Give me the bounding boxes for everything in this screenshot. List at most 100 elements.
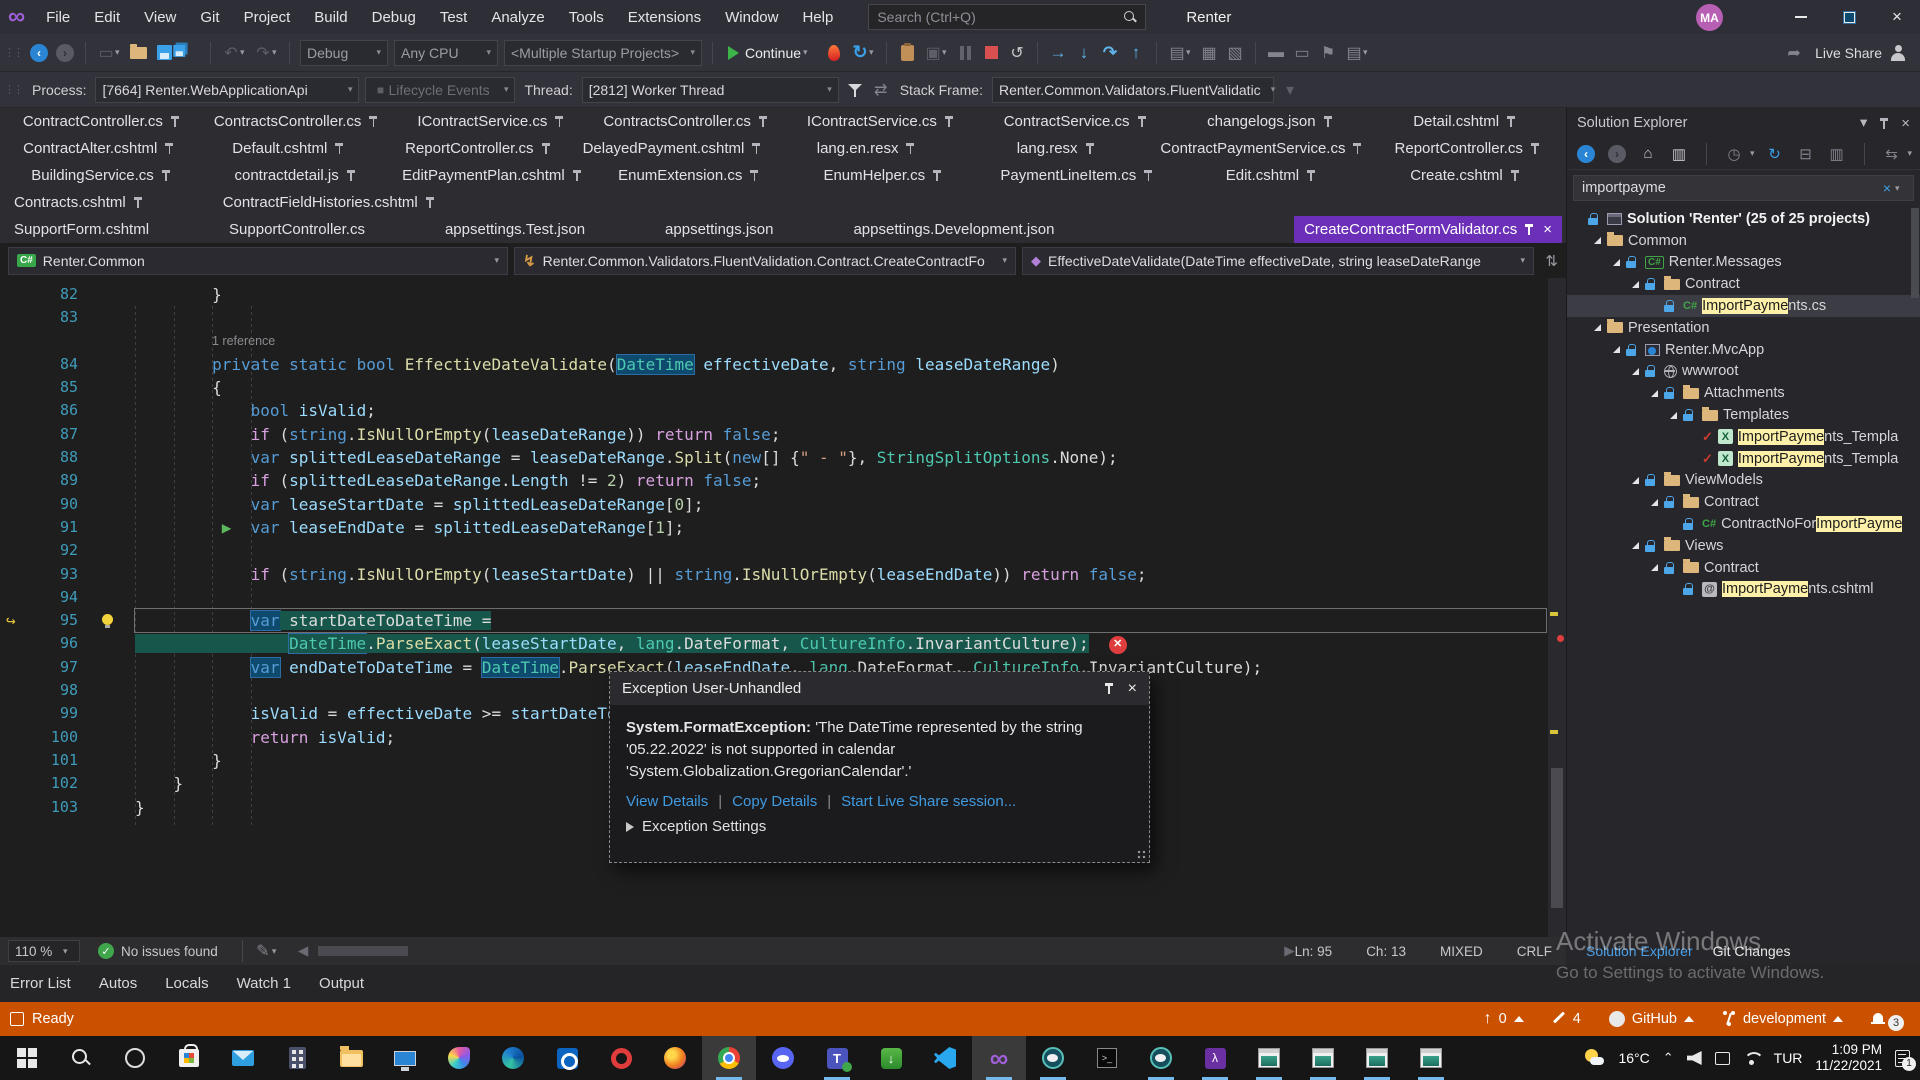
toolbar-drag-handle[interactable]: ⋮⋮: [4, 46, 22, 59]
teams-icon[interactable]: T: [810, 1036, 864, 1080]
start-button-icon[interactable]: [0, 1036, 54, 1080]
char-indicator[interactable]: Ch: 13: [1366, 944, 1406, 959]
file-tab[interactable]: changelogs.json: [1173, 108, 1368, 135]
tree-item[interactable]: Solution 'Renter' (25 of 25 projects): [1567, 208, 1920, 230]
file-tab[interactable]: lang.en.resx: [771, 135, 961, 162]
platform-dropdown[interactable]: Any CPU▾: [394, 40, 498, 66]
cortana-icon[interactable]: [108, 1036, 162, 1080]
code-text[interactable]: if (splittedLeaseDateRange.Length != 2) …: [135, 469, 1546, 492]
panel-dropdown-icon[interactable]: ▾: [1860, 115, 1867, 131]
calculator-icon[interactable]: [270, 1036, 324, 1080]
member-dropdown[interactable]: ◆ EffectiveDateValidate(DateTime effecti…: [1022, 247, 1534, 275]
expander-icon[interactable]: [1651, 564, 1658, 571]
file-tab[interactable]: EditPaymentPlan.cshtml: [392, 162, 592, 189]
tree-item[interactable]: @ImportPayments.cshtml: [1567, 579, 1920, 601]
navigate-forward-icon[interactable]: ›: [52, 40, 78, 66]
file-tab[interactable]: Default.cshtml: [194, 135, 384, 162]
code-line[interactable]: 96 DateTime.ParseExact(leaseStartDate, l…: [0, 632, 1548, 655]
expander-icon[interactable]: [1613, 346, 1620, 353]
tree-item[interactable]: ✓XImportPayments_Templa: [1567, 426, 1920, 448]
expander-icon[interactable]: [1632, 281, 1639, 288]
pin-icon[interactable]: [758, 115, 768, 128]
file-tab[interactable]: ContractsController.cs: [588, 108, 783, 135]
resize-grip[interactable]: [1137, 850, 1147, 860]
code-line[interactable]: 93 if (string.IsNullOrEmpty(leaseStartDa…: [0, 563, 1548, 586]
line-number[interactable]: 83: [0, 306, 92, 329]
line-number[interactable]: 99: [0, 702, 92, 725]
file-tab[interactable]: appsettings.json: [655, 216, 783, 243]
stack-frame-dropdown[interactable]: Renter.Common.Validators.FluentValidatic…: [992, 77, 1274, 103]
configuration-dropdown[interactable]: Debug▾: [300, 40, 388, 66]
code-line[interactable]: 85 {: [0, 376, 1548, 399]
project-dropdown[interactable]: C# Renter.Common▾: [8, 247, 508, 275]
search-options-icon[interactable]: ▾: [1895, 183, 1905, 194]
code-line[interactable]: 84 private static bool EffectiveDateVali…: [0, 353, 1548, 376]
pin-icon[interactable]: [161, 169, 171, 182]
stop-debug-icon[interactable]: [978, 40, 1004, 66]
maximize-button[interactable]: [1826, 0, 1872, 34]
pin-icon[interactable]: [164, 142, 174, 155]
code-text[interactable]: private static bool EffectiveDateValidat…: [135, 353, 1546, 376]
type-dropdown[interactable]: ↯ Renter.Common.Validators.FluentValidat…: [514, 247, 1016, 275]
tree-item[interactable]: ✓XImportPayments_Templa: [1567, 448, 1920, 470]
pin-icon[interactable]: [170, 115, 180, 128]
panel-close-icon[interactable]: ×: [1901, 115, 1910, 132]
menu-edit[interactable]: Edit: [83, 3, 131, 32]
menu-help[interactable]: Help: [791, 3, 844, 32]
notifications-button[interactable]: 3: [1871, 1007, 1904, 1031]
line-number[interactable]: 95: [0, 609, 92, 632]
file-explorer-icon[interactable]: [324, 1036, 378, 1080]
preview-selected-icon[interactable]: ▥: [1826, 143, 1848, 165]
code-line[interactable]: 89 if (splittedLeaseDateRange.Length != …: [0, 469, 1548, 492]
vs-code-icon[interactable]: [918, 1036, 972, 1080]
tree-item[interactable]: Contract: [1567, 273, 1920, 295]
app-window-4-icon[interactable]: [1404, 1036, 1458, 1080]
code-text[interactable]: bool isValid;: [135, 399, 1546, 422]
network-icon[interactable]: [1743, 1052, 1761, 1065]
menu-git[interactable]: Git: [189, 3, 230, 32]
file-tab[interactable]: Contracts.cshtml: [4, 189, 153, 216]
exception-settings-expander[interactable]: Exception Settings: [610, 810, 1149, 843]
repository-button[interactable]: GitHub: [1609, 1011, 1694, 1027]
se-vertical-scrollbar[interactable]: [1911, 208, 1919, 708]
eol-indicator[interactable]: CRLF: [1517, 944, 1552, 959]
tree-item[interactable]: C#Renter.Messages: [1567, 252, 1920, 274]
code-line[interactable]: 91 ▶ var leaseEndDate = splittedLeaseDat…: [0, 516, 1548, 539]
tree-item[interactable]: Contract: [1567, 557, 1920, 579]
line-number[interactable]: 87: [0, 423, 92, 446]
menu-build[interactable]: Build: [303, 3, 358, 32]
file-tab[interactable]: appsettings.Test.json: [435, 216, 595, 243]
pin-icon[interactable]: [932, 169, 942, 182]
app-window-3-icon[interactable]: [1350, 1036, 1404, 1080]
file-tab[interactable]: IContractService.cs: [394, 108, 589, 135]
pause-icon[interactable]: [952, 40, 978, 66]
code-text[interactable]: var startDateToDateTime =: [135, 609, 1546, 632]
file-tab[interactable]: ReportController.cs: [383, 135, 573, 162]
continue-button[interactable]: Continue▾: [720, 39, 821, 67]
pin-icon[interactable]: [133, 196, 143, 209]
push-commits-button[interactable]: ↑0: [1484, 1010, 1524, 1028]
pin-icon[interactable]: [334, 142, 344, 155]
clock[interactable]: 1:09 PM 11/22/2021: [1815, 1042, 1882, 1074]
file-tab[interactable]: Create.cshtml: [1368, 162, 1562, 189]
pin-icon[interactable]: [1879, 117, 1889, 130]
tree-item[interactable]: C#ContractNoForImportPayme: [1567, 513, 1920, 535]
file-tab[interactable]: SupportController.cs: [219, 216, 375, 243]
expander-icon[interactable]: [1594, 237, 1601, 244]
comment-icon[interactable]: ▬: [1263, 40, 1289, 66]
file-tab[interactable]: ContractPaymentService.cs: [1150, 135, 1372, 162]
pending-edits-button[interactable]: 4: [1552, 1011, 1581, 1027]
code-reference-row[interactable]: 1 reference: [0, 330, 1548, 353]
tab-solution-explorer[interactable]: Solution Explorer: [1586, 943, 1693, 959]
toolbar-options-icon[interactable]: ▾: [1277, 77, 1303, 103]
weather-icon[interactable]: [1585, 1049, 1605, 1067]
file-tab[interactable]: ContractsController.cs: [199, 108, 394, 135]
visual-studio-icon[interactable]: ∞: [972, 1036, 1026, 1080]
file-tab[interactable]: ContractService.cs: [978, 108, 1173, 135]
line-number[interactable]: 101: [0, 749, 92, 772]
code-line[interactable]: 82 }: [0, 283, 1548, 306]
solution-search-input[interactable]: importpayme ×▾: [1573, 175, 1914, 201]
file-tab[interactable]: lang.resx: [961, 135, 1151, 162]
remote-desktop-icon[interactable]: [378, 1036, 432, 1080]
pin-icon[interactable]: [1306, 169, 1316, 182]
